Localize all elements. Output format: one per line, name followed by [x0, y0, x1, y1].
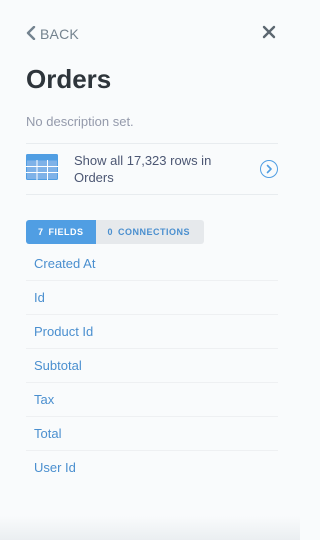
bottom-shadow: [0, 516, 300, 540]
table-icon: [26, 153, 58, 185]
back-button[interactable]: BACK: [26, 25, 79, 43]
divider: [26, 194, 278, 195]
chevron-right-circle-icon[interactable]: [260, 160, 278, 178]
page-title: Orders: [26, 64, 112, 94]
field-item-user-id[interactable]: User Id: [26, 451, 278, 484]
field-item-id[interactable]: Id: [26, 281, 278, 315]
show-all-rows-link[interactable]: Show all 17,323 rows in Orders: [26, 145, 278, 193]
field-item-subtotal[interactable]: Subtotal: [26, 349, 278, 383]
field-item-product-id[interactable]: Product Id: [26, 315, 278, 349]
tab-connections-label: CONNECTIONS: [118, 227, 191, 237]
show-all-rows-line1: Show all 17,323 rows in: [74, 153, 212, 168]
field-item-created-at[interactable]: Created At: [26, 247, 278, 281]
connections-count: 0: [107, 227, 114, 237]
close-button[interactable]: [260, 25, 278, 43]
detail-tabs: 7 FIELDS 0 CONNECTIONS: [26, 220, 205, 244]
entity-detail-panel: BACK Orders No description set. Show all…: [0, 0, 300, 540]
show-all-rows-line2: Orders: [74, 170, 114, 185]
panel-header: BACK: [26, 22, 278, 46]
close-icon: [262, 25, 276, 44]
description-text: No description set.: [26, 114, 134, 129]
field-list: Created At Id Product Id Subtotal Tax To…: [26, 247, 278, 484]
chevron-left-icon: [26, 25, 40, 43]
tab-fields[interactable]: 7 FIELDS: [26, 220, 96, 244]
field-item-total[interactable]: Total: [26, 417, 278, 451]
divider: [26, 143, 278, 144]
field-item-tax[interactable]: Tax: [26, 383, 278, 417]
back-label: BACK: [40, 26, 79, 42]
fields-count: 7: [38, 227, 44, 237]
show-all-rows-label: Show all 17,323 rows in Orders: [74, 152, 260, 186]
tab-connections[interactable]: 0 CONNECTIONS: [95, 220, 205, 244]
tab-fields-label: FIELDS: [48, 227, 84, 237]
